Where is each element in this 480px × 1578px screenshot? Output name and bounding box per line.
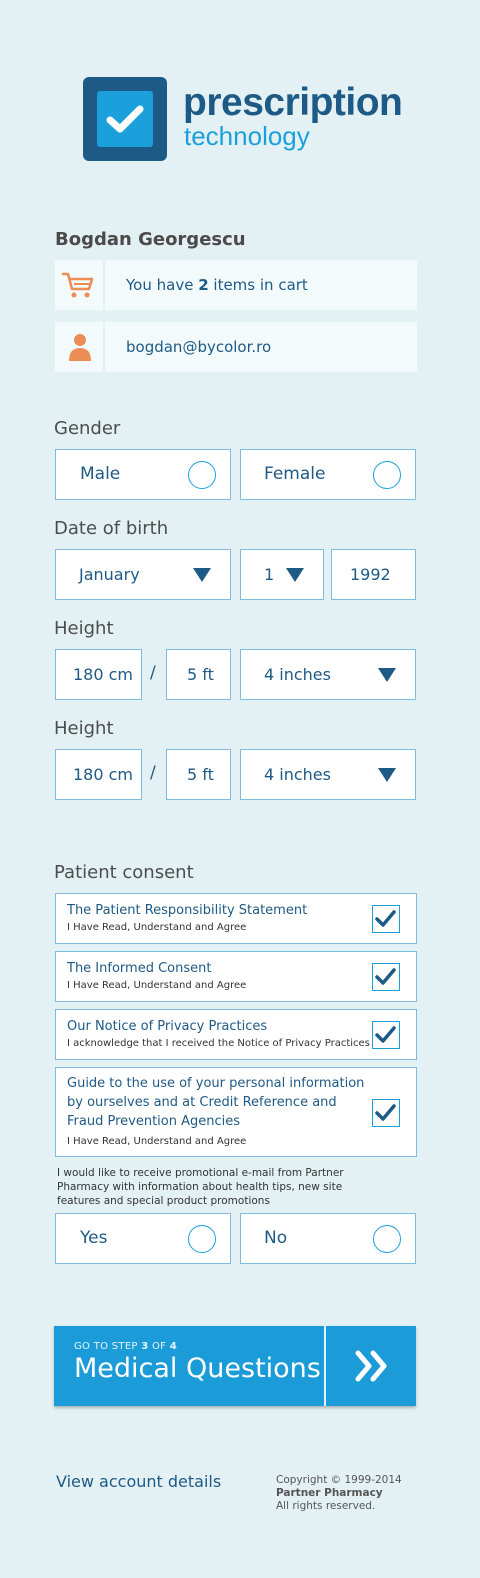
consent-item[interactable]: The Patient Responsibility Statement I H…	[55, 893, 417, 944]
height-cm-input-2[interactable]: 180 cm	[55, 749, 142, 800]
promo-yes-option[interactable]: Yes	[55, 1213, 231, 1264]
height-separator: /	[150, 663, 156, 683]
dob-year-input[interactable]: 1992	[331, 549, 416, 600]
height-inches-value: 4 inches	[264, 665, 331, 684]
promo-no-label: No	[264, 1228, 288, 1248]
double-chevron-right-icon[interactable]	[326, 1326, 416, 1406]
user-icon	[55, 322, 105, 372]
dob-day-select[interactable]: 1	[240, 549, 324, 600]
gender-female-option[interactable]: Female	[240, 449, 416, 500]
promo-no-option[interactable]: No	[240, 1213, 416, 1264]
consent-checkbox[interactable]	[372, 963, 400, 991]
height-cm-input[interactable]: 180 cm	[55, 649, 142, 700]
consent-item[interactable]: The Informed Consent I Have Read, Unders…	[55, 951, 417, 1002]
step-indicator: GO TO STEP 3 OF 4	[74, 1341, 177, 1352]
cart-icon	[55, 260, 105, 310]
consent-subtitle: I Have Read, Understand and Agree	[67, 1136, 247, 1147]
checkmark-icon	[97, 91, 153, 147]
chevron-down-icon	[378, 768, 396, 782]
promo-no-radio[interactable]	[373, 1225, 401, 1253]
user-email: bogdan@bycolor.ro	[126, 338, 272, 356]
check-icon	[375, 910, 396, 927]
height-ft-value-2: 5 ft	[187, 765, 214, 784]
brand-title: prescription	[183, 81, 403, 124]
consent-title: The Informed Consent	[67, 961, 212, 976]
gender-male-option[interactable]: Male	[55, 449, 231, 500]
height-inches-value-2: 4 inches	[264, 765, 331, 784]
height-ft-value: 5 ft	[187, 665, 214, 684]
consent-subtitle: I Have Read, Understand and Agree	[67, 980, 247, 991]
consent-title: The Patient Responsibility Statement	[67, 903, 308, 918]
cart-row[interactable]: You have 2 items in cart	[55, 260, 417, 310]
height-cm-value: 180 cm	[73, 665, 134, 684]
consent-subtitle: I acknowledge that I received the Notice…	[67, 1038, 370, 1049]
check-icon	[375, 1026, 396, 1043]
consent-item[interactable]: Guide to the use of your personal inform…	[55, 1067, 417, 1157]
next-step-title: Medical Questions	[74, 1353, 321, 1384]
cart-count: 2	[198, 276, 209, 294]
consent-label: Patient consent	[54, 862, 194, 883]
consent-title: Guide to the use of your personal inform…	[67, 1076, 365, 1129]
promo-yes-radio[interactable]	[188, 1225, 216, 1253]
chevron-down-icon	[378, 668, 396, 682]
height-inches-select[interactable]: 4 inches	[240, 649, 416, 700]
consent-checkbox[interactable]	[372, 1021, 400, 1049]
gender-female-label: Female	[264, 464, 326, 484]
gender-male-label: Male	[80, 464, 121, 484]
height-label: Height	[54, 618, 114, 639]
height-ft-input[interactable]: 5 ft	[166, 649, 231, 700]
chevron-down-icon	[193, 568, 211, 582]
dob-year-value: 1992	[350, 565, 391, 584]
height-separator-2: /	[150, 763, 156, 783]
height-label-2: Height	[54, 718, 114, 739]
copyright: Copyright © 1999-2014 Partner Pharmacy A…	[276, 1474, 402, 1512]
chevron-down-icon	[286, 568, 304, 582]
logo	[83, 77, 167, 161]
check-icon	[375, 968, 396, 985]
gender-female-radio[interactable]	[373, 461, 401, 489]
dob-month-select[interactable]: January	[55, 549, 231, 600]
view-account-link[interactable]: View account details	[56, 1472, 221, 1491]
gender-male-radio[interactable]	[188, 461, 216, 489]
email-row: bogdan@bycolor.ro	[55, 322, 417, 372]
consent-item[interactable]: Our Notice of Privacy Practices I acknow…	[55, 1009, 417, 1060]
dob-day-value: 1	[264, 565, 275, 584]
height-cm-value-2: 180 cm	[73, 765, 134, 784]
consent-title: Our Notice of Privacy Practices	[67, 1019, 268, 1034]
check-icon	[375, 1104, 396, 1121]
height-ft-input-2[interactable]: 5 ft	[166, 749, 231, 800]
dob-month-value: January	[79, 565, 140, 584]
brand-subtitle: technology	[184, 121, 310, 151]
consent-subtitle: I Have Read, Understand and Agree	[67, 922, 247, 933]
height-inches-select-2[interactable]: 4 inches	[240, 749, 416, 800]
gender-label: Gender	[54, 418, 121, 439]
user-name: Bogdan Georgescu	[55, 229, 246, 250]
promo-yes-label: Yes	[80, 1228, 108, 1248]
consent-checkbox[interactable]	[372, 1099, 400, 1127]
promo-text: I would like to receive promotional e-ma…	[57, 1167, 344, 1207]
dob-label: Date of birth	[54, 518, 169, 539]
cart-summary: You have 2 items in cart	[126, 276, 308, 294]
consent-checkbox[interactable]	[372, 905, 400, 933]
next-step-button[interactable]: GO TO STEP 3 OF 4 Medical Questions	[54, 1326, 416, 1406]
